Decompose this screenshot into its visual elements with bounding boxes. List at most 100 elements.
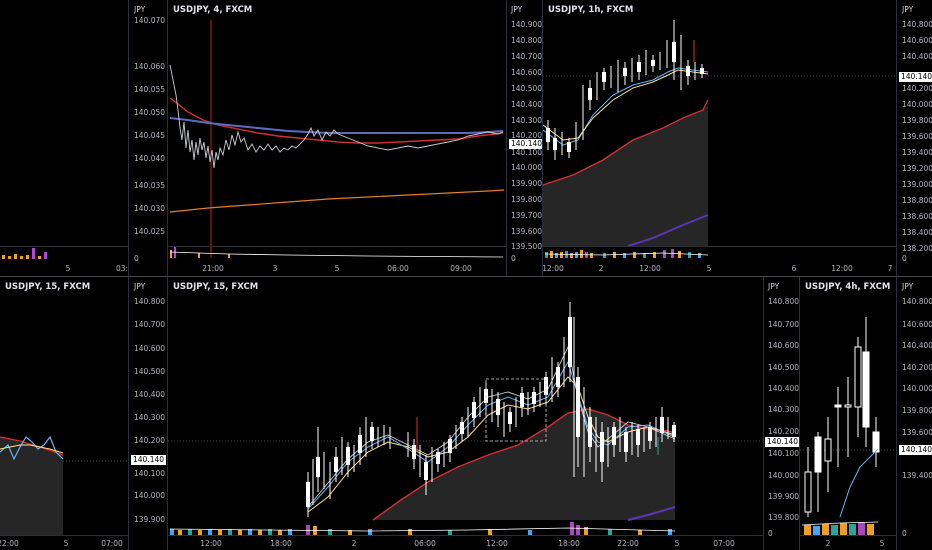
x-tick: 5 (65, 264, 71, 273)
chart-pane-4h[interactable]: USDJPY, 4h, FXCM 2 5 (799, 277, 897, 550)
price-tick: 140.600 (902, 320, 932, 329)
x-tick: 5 (63, 539, 69, 548)
axis-unit: JPY (134, 282, 146, 291)
price-tick: 140.100 (134, 469, 166, 478)
price-tick: 140.600 (902, 36, 932, 45)
price-tick: 139.800 (768, 513, 800, 522)
price-tick: 139.900 (768, 492, 800, 501)
price-tick: 140.400 (902, 52, 932, 61)
axis-unit: JPY (768, 282, 780, 291)
x-tick: 5 (879, 539, 885, 548)
x-tick: 03: (115, 264, 128, 273)
price-tick: 140.070 (134, 16, 166, 25)
chart-pane-15min-main[interactable]: USDJPY, 15, FXCM 12:00 18:00 2 06:00 12:… (167, 277, 764, 550)
price-tick: 140.035 (134, 181, 166, 190)
price-tick: 139.700 (511, 211, 543, 220)
x-tick: 06:00 (387, 264, 409, 273)
x-tick: 5 (334, 264, 340, 273)
price-tick: 140.200 (902, 84, 932, 93)
price-tick: 140.050 (134, 108, 166, 117)
price-tick: 140.800 (902, 20, 932, 29)
chart-pane-1min-left[interactable]: 5 03: (0, 0, 128, 276)
price-chart (0, 435, 128, 536)
x-tick: 12:00 (486, 539, 508, 548)
price-axis-6[interactable]: JPY 140.800 140.700 140.600 140.500 140.… (128, 277, 167, 550)
last-price-tag: 140.140 (131, 455, 167, 465)
price-tick: 140.045 (134, 131, 166, 140)
x-tick: 6 (791, 264, 797, 273)
price-tick: 140.400 (511, 100, 543, 109)
price-tick: 140.200 (768, 427, 800, 436)
price-tick: 140.800 (511, 36, 543, 45)
price-axis-4[interactable]: JPY 140.800 140.600 140.400 140.200 140.… (896, 0, 932, 276)
price-tick: 140.100 (768, 449, 800, 458)
price-tick: 140.400 (902, 341, 932, 350)
price-tick: 139.500 (511, 242, 543, 251)
x-tick: 06:00 (414, 539, 436, 548)
axis-unit: JPY (902, 5, 914, 14)
price-tick: 139.400 (902, 148, 932, 157)
volume-zero: 0 (768, 529, 773, 538)
price-tick: 140.200 (134, 436, 166, 445)
price-tick: 140.040 (134, 154, 166, 163)
volume-bars (0, 246, 128, 259)
x-tick: 09:00 (450, 264, 472, 273)
x-tick: 18:00 (270, 539, 292, 548)
volume-zero: 0 (134, 254, 139, 263)
price-tick: 140.500 (768, 363, 800, 372)
volume-zero: 0 (902, 254, 907, 263)
price-tick: 139.600 (902, 132, 932, 141)
price-tick: 140.000 (902, 100, 932, 109)
price-tick: 140.800 (134, 297, 166, 306)
price-tick: 140.800 (902, 297, 932, 306)
x-tick: 12:00 (831, 264, 853, 273)
price-tick: 140.400 (768, 384, 800, 393)
price-tick: 138.800 (902, 196, 932, 205)
x-tick: 18:00 (558, 539, 580, 548)
price-tick: 140.800 (768, 297, 800, 306)
price-tick: 138.400 (902, 228, 932, 237)
x-tick: 07:00 (713, 539, 735, 548)
price-tick: 139.900 (134, 515, 166, 524)
chart-pane-1h[interactable]: USDJPY, 1h, FXCM 12:00 2 12:00 5 6 12:00… (542, 0, 897, 276)
price-tick: 140.400 (134, 390, 166, 399)
x-tick: 12:00 (542, 264, 564, 273)
price-tick: 140.055 (134, 85, 166, 94)
x-tick: 2 (598, 264, 604, 273)
x-tick: 2 (351, 539, 357, 548)
price-tick: 140.700 (134, 320, 166, 329)
price-axis-9[interactable]: JPY 140.800 140.600 140.400 140.200 140.… (896, 277, 932, 550)
volume-zero: 0 (902, 529, 907, 538)
x-tick: 21:00 (202, 264, 224, 273)
price-tick: 140.100 (511, 148, 543, 157)
price-axis-7[interactable]: JPY 140.800 140.700 140.600 140.500 140.… (763, 277, 800, 550)
x-tick: 5 (674, 539, 680, 548)
price-axis-3[interactable]: JPY 140.900 140.800 140.700 140.600 140.… (506, 0, 543, 276)
x-tick: 12:00 (200, 539, 222, 548)
price-tick: 140.700 (768, 320, 800, 329)
price-axis-1[interactable]: JPY 140.070 140.060 140.055 140.050 140.… (128, 0, 167, 276)
last-price-tag: 140.140 (509, 139, 543, 149)
price-tick: 139.400 (902, 471, 932, 480)
price-chart (543, 20, 897, 258)
price-tick: 139.900 (511, 179, 543, 188)
price-tick: 140.000 (134, 491, 166, 500)
price-tick: 140.600 (134, 344, 166, 353)
price-tick: 140.300 (511, 116, 543, 125)
price-tick: 140.600 (768, 341, 800, 350)
price-tick: 140.060 (134, 62, 166, 71)
x-tick: 22:00 (0, 539, 19, 548)
price-tick: 140.900 (511, 20, 543, 29)
last-price-tag: 140.140 (899, 72, 932, 82)
x-tick: 3 (272, 264, 278, 273)
price-tick: 140.025 (134, 227, 166, 236)
chart-pane-4min[interactable]: USDJPY, 4, FXCM 21:00 3 5 06:00 09:00 (167, 0, 506, 276)
price-chart (800, 317, 897, 536)
axis-unit: JPY (511, 5, 523, 14)
price-tick: 139.200 (902, 164, 932, 173)
axis-unit: JPY (134, 5, 146, 14)
chart-pane-15min-left[interactable]: USDJPY, 15, FXCM 22:00 5 07:00 (0, 277, 128, 550)
price-tick: 139.800 (511, 195, 543, 204)
price-tick: 139.800 (902, 406, 932, 415)
price-tick: 140.000 (511, 163, 543, 172)
